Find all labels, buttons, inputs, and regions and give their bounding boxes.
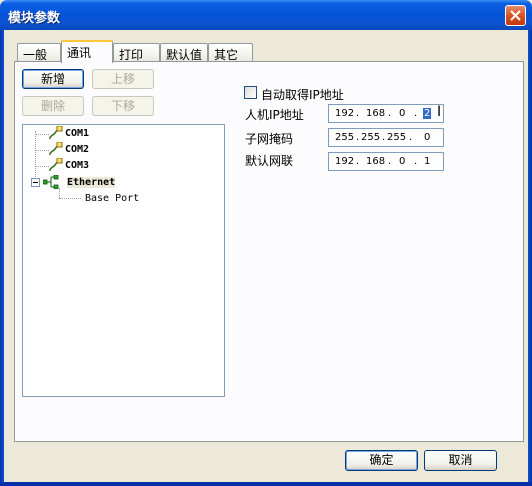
- tree-item-com1[interactable]: COM1: [47, 126, 127, 141]
- ip-octet[interactable]: 1: [424, 156, 430, 167]
- ip-dot: .: [356, 156, 360, 167]
- move-down-button[interactable]: 下移: [92, 96, 154, 116]
- port-tree[interactable]: COM1 COM2 COM3 Ethernet Base Port: [22, 124, 225, 397]
- tree-item-com2[interactable]: COM2: [47, 142, 127, 157]
- tab-print[interactable]: 打印: [113, 43, 160, 62]
- serial-port-icon: [49, 158, 63, 172]
- ip-dot: .: [414, 108, 418, 119]
- tab-label: 其它: [214, 48, 239, 62]
- window-border-right: [528, 30, 532, 486]
- ip-octet[interactable]: 0: [399, 156, 405, 167]
- collapse-icon[interactable]: [31, 178, 40, 187]
- gateway-label: 默认网联: [245, 154, 294, 168]
- ip-octet[interactable]: 255: [361, 132, 380, 143]
- window-border-bottom: [0, 482, 532, 486]
- network-icon: [43, 175, 59, 189]
- window-border-left: [0, 30, 4, 486]
- auto-ip-checkbox[interactable]: [244, 86, 257, 99]
- tab-label: 通讯: [67, 46, 92, 60]
- ip-octet[interactable]: 168: [366, 108, 385, 119]
- ip-dot: .: [409, 132, 413, 143]
- ip-dot: .: [388, 108, 392, 119]
- ip-dot: .: [356, 108, 360, 119]
- tab-label: 打印: [119, 48, 144, 62]
- ip-octet[interactable]: 192: [335, 108, 354, 119]
- tab-defaults[interactable]: 默认值: [160, 43, 208, 62]
- tree-item-label: COM2: [65, 144, 90, 155]
- close-button[interactable]: [505, 5, 526, 26]
- tab-general[interactable]: 一般: [17, 43, 61, 62]
- serial-port-icon: [49, 142, 63, 156]
- tree-item-base-port[interactable]: Base Port: [83, 192, 173, 206]
- ip-dot: .: [382, 132, 386, 143]
- tree-item-label: COM1: [65, 128, 90, 139]
- ok-button[interactable]: 确定: [345, 450, 418, 471]
- tree-item-label: COM3: [65, 160, 90, 171]
- gateway-field[interactable]: 192 . 168 . 0 . 1: [328, 152, 444, 171]
- ip-dot: .: [356, 132, 360, 143]
- add-button[interactable]: 新增: [22, 69, 84, 89]
- serial-port-icon: [49, 126, 63, 140]
- ip-dot: .: [414, 156, 418, 167]
- title-bar[interactable]: 模块参数: [0, 0, 532, 30]
- ip-octet[interactable]: 168: [366, 156, 385, 167]
- ip-octet[interactable]: 0: [399, 108, 405, 119]
- subnet-mask-field[interactable]: 255 . 255 . 255 . 0: [328, 128, 444, 147]
- ip-dot: .: [388, 156, 392, 167]
- tree-item-ethernet[interactable]: Ethernet: [31, 174, 151, 190]
- ip-octet[interactable]: 192: [335, 156, 354, 167]
- ip-octet-selected[interactable]: 2: [423, 108, 432, 119]
- cancel-button[interactable]: 取消: [424, 450, 497, 471]
- move-up-button[interactable]: 上移: [92, 69, 154, 89]
- window-title: 模块参数: [8, 11, 61, 26]
- ip-octet[interactable]: 255: [335, 132, 354, 143]
- ip-octet[interactable]: 255: [387, 132, 406, 143]
- auto-ip-label: 自动取得IP地址: [261, 88, 344, 102]
- subnet-mask-label: 子网掩码: [245, 132, 294, 146]
- hmi-ip-field[interactable]: 192 . 168 . 0 . 2: [328, 104, 444, 123]
- tree-item-label: Base Port: [85, 193, 140, 204]
- close-icon: [510, 10, 521, 21]
- delete-button[interactable]: 删除: [22, 96, 84, 116]
- tab-label: 默认值: [166, 48, 203, 62]
- tab-other[interactable]: 其它: [208, 43, 253, 62]
- tab-label: 一般: [23, 48, 48, 62]
- hmi-ip-label: 人机IP地址: [245, 108, 304, 122]
- tree-item-com3[interactable]: COM3: [47, 158, 127, 173]
- tab-communication[interactable]: 通讯: [61, 40, 113, 63]
- ip-octet[interactable]: 0: [424, 132, 430, 143]
- tree-connector: [59, 198, 81, 199]
- tree-item-label: Ethernet: [67, 177, 116, 188]
- text-cursor-icon: I: [437, 104, 442, 120]
